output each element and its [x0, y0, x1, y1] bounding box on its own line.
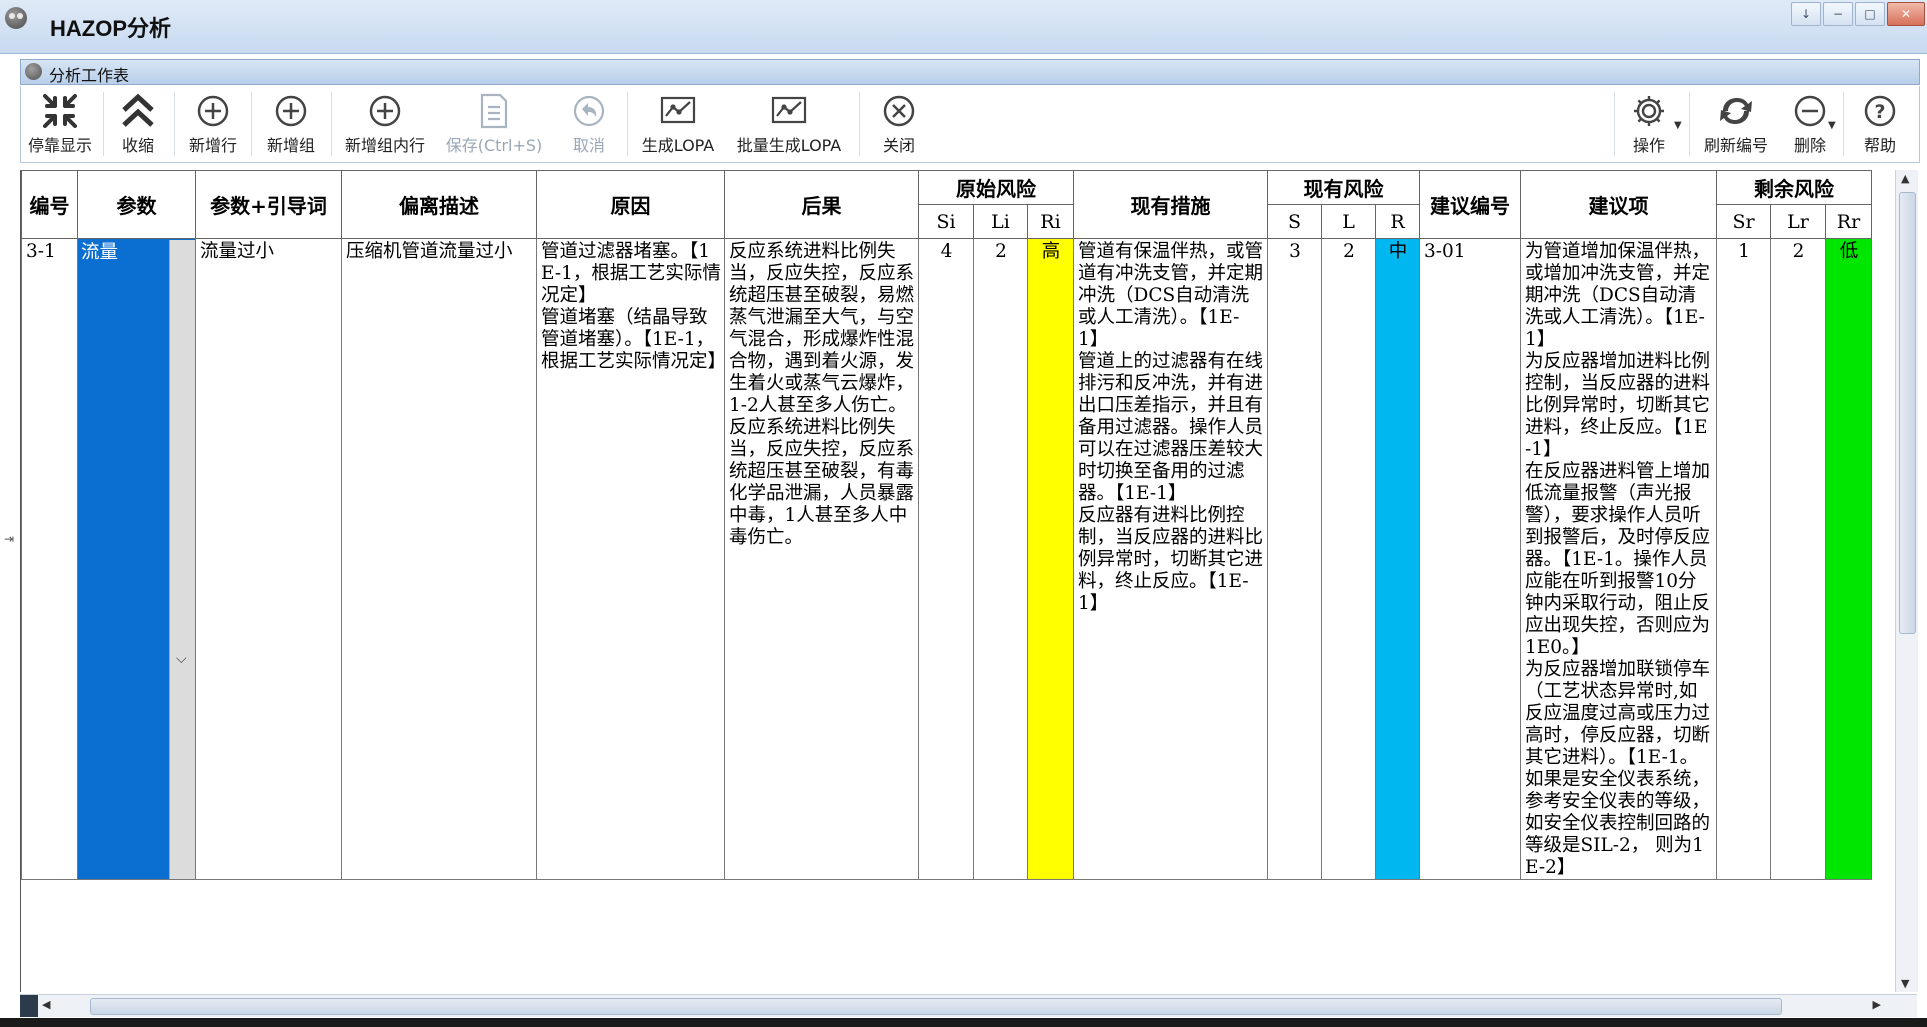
save-button[interactable]: 保存(Ctrl+S)	[441, 86, 547, 162]
cell-si[interactable]: 4	[918, 238, 974, 880]
plus-circle-icon	[261, 86, 321, 136]
cell-s[interactable]: 3	[1267, 238, 1322, 880]
collapse-button[interactable]: 收缩	[107, 86, 169, 162]
cell-r-risk-medium[interactable]: 中	[1375, 238, 1420, 880]
horizontal-scroll-thumb[interactable]	[90, 998, 1782, 1015]
col-header-rr[interactable]: Rr	[1825, 204, 1872, 239]
cell-rec-no[interactable]: 3-01	[1419, 238, 1521, 880]
cancel-button[interactable]: 取消	[561, 86, 617, 162]
hazop-worksheet-grid: 编号 参数 参数+引导词 偏离描述 原因 后果 原始风险 现有措施 现有风险 建…	[20, 170, 1894, 992]
plus-circle-icon	[355, 86, 415, 136]
window-title: HAZOP分析	[50, 16, 172, 41]
col-header-param-guide[interactable]: 参数+引导词	[195, 170, 342, 239]
pin-icon[interactable]: ↓	[1791, 2, 1821, 26]
window-controls: ↓ − □ ✕	[1791, 2, 1925, 26]
plus-circle-icon	[183, 86, 243, 136]
double-chevron-up-icon	[108, 86, 168, 136]
col-header-deviation[interactable]: 偏离描述	[341, 170, 537, 239]
title-bar: HAZOP分析 ↓ − □ ✕	[0, 0, 1927, 54]
close-window-icon[interactable]: ✕	[1887, 2, 1925, 26]
col-header-cause[interactable]: 原因	[536, 170, 725, 239]
panel-icon	[25, 63, 42, 80]
cell-existing-measures[interactable]: 管道有保温伴热，或管道有冲洗支管，并定期冲洗（DCS自动清洗或人工清洗）。【1E…	[1073, 238, 1268, 880]
add-group-button[interactable]: 新增组	[257, 86, 325, 162]
col-header-sr[interactable]: Sr	[1716, 204, 1771, 239]
scroll-down-icon[interactable]: ▼	[1901, 977, 1909, 990]
chevron-down-icon: ⌵	[176, 651, 187, 667]
vertical-scroll-thumb[interactable]	[1899, 192, 1916, 634]
col-header-si[interactable]: Si	[918, 204, 974, 239]
cell-deviation[interactable]: 压缩机管道流量过小	[341, 238, 537, 880]
close-button[interactable]: 关闭	[864, 86, 934, 162]
operate-dropdown[interactable]: 操作	[1619, 86, 1679, 162]
col-header-l[interactable]: L	[1321, 204, 1376, 239]
vertical-scrollbar[interactable]: ▲ ▼	[1895, 170, 1918, 992]
cell-consequence[interactable]: 反应系统进料比例失当，反应失控，反应系统超压甚至破裂，易燃蒸气泄漏至大气，与空气…	[724, 238, 919, 880]
line-chart-icon	[759, 86, 819, 136]
renumber-button[interactable]: 刷新编号	[1693, 86, 1779, 162]
col-header-residual-risk[interactable]: 剩余风险	[1716, 170, 1872, 205]
worksheet-table: 编号 参数 参数+引导词 偏离描述 原因 后果 原始风险 现有措施 现有风险 建…	[21, 170, 1872, 880]
cell-cause[interactable]: 管道过滤器堵塞。【1E-1，根据工艺实际情况定】 管道堵塞（结晶导致管道堵塞）。…	[536, 238, 726, 880]
minimize-icon[interactable]: −	[1823, 2, 1853, 26]
cell-id[interactable]: 3-1	[21, 238, 78, 880]
cell-li[interactable]: 2	[973, 238, 1028, 880]
col-header-consequence[interactable]: 后果	[724, 170, 919, 239]
scroll-left-icon[interactable]: ◀	[42, 998, 50, 1011]
undo-circle-icon	[559, 86, 619, 136]
col-header-existing-measures[interactable]: 现有措施	[1073, 170, 1268, 239]
param-value: 流量	[81, 242, 119, 263]
dock-button[interactable]: 停靠显示	[21, 86, 99, 162]
compress-arrows-icon	[30, 86, 90, 136]
col-header-param[interactable]: 参数	[77, 170, 196, 239]
generate-lopa-button[interactable]: 生成LOPA	[633, 86, 723, 162]
app-icon	[5, 7, 27, 29]
scroll-right-icon[interactable]: ▶	[1873, 998, 1881, 1011]
cell-param-guide[interactable]: 流量过小	[195, 238, 342, 880]
operate-caret-icon[interactable]: ▼	[1674, 120, 1682, 131]
restore-icon[interactable]: □	[1855, 2, 1885, 26]
col-header-rec-no[interactable]: 建议编号	[1419, 170, 1521, 239]
toolbar: 停靠显示 收缩 新增行 新增组 新增组内行 保存(Ctrl+S) 取消 生成LO…	[20, 86, 1920, 163]
bottom-strip	[0, 1018, 1927, 1027]
line-chart-icon	[648, 86, 708, 136]
col-header-lr[interactable]: Lr	[1770, 204, 1826, 239]
gear-icon	[1619, 86, 1679, 136]
cell-sr[interactable]: 1	[1716, 238, 1771, 880]
help-button[interactable]: ? 帮助	[1851, 86, 1909, 162]
delete-caret-icon[interactable]: ▼	[1828, 120, 1836, 131]
svg-text:?: ?	[1874, 101, 1885, 123]
cell-lr[interactable]: 2	[1770, 238, 1826, 880]
scroll-up-icon[interactable]: ▲	[1901, 172, 1909, 185]
cell-recommendation[interactable]: 为管道增加保温伴热，或增加冲洗支管，并定期冲洗（DCS自动清洗或人工清洗）。【1…	[1520, 238, 1717, 880]
help-circle-icon: ?	[1850, 86, 1910, 136]
cell-l[interactable]: 2	[1321, 238, 1376, 880]
col-header-recommendation[interactable]: 建议项	[1520, 170, 1717, 239]
col-header-s[interactable]: S	[1267, 204, 1322, 239]
col-header-r[interactable]: R	[1375, 204, 1420, 239]
panel-header: 分析工作表	[20, 59, 1920, 85]
cell-param-selected[interactable]: 流量 ⌵	[77, 238, 196, 880]
horizontal-scrollbar[interactable]: ◀ ▶	[20, 994, 1917, 1017]
close-circle-icon	[869, 86, 929, 136]
add-row-button[interactable]: 新增行	[179, 86, 247, 162]
param-dropdown[interactable]: ⌵	[169, 240, 195, 879]
document-save-icon	[464, 86, 524, 136]
panel-title: 分析工作表	[49, 66, 130, 85]
batch-generate-lopa-button[interactable]: 批量生成LOPA	[727, 86, 851, 162]
col-header-original-risk[interactable]: 原始风险	[918, 170, 1074, 205]
scrollbar-corner	[20, 995, 38, 1017]
table-row[interactable]: 3-1 流量 ⌵ 流量过小 压缩机管道流量过小 管道过滤器堵塞。【1E-1，根据…	[21, 238, 1872, 880]
cell-ri-risk-high[interactable]: 高	[1027, 238, 1074, 880]
col-header-id[interactable]: 编号	[21, 170, 78, 239]
side-expand-icon[interactable]: ⇥	[4, 532, 14, 546]
cell-rr-risk-low[interactable]: 低	[1825, 238, 1872, 880]
col-header-ri[interactable]: Ri	[1027, 204, 1074, 239]
refresh-arrows-icon	[1706, 86, 1766, 136]
add-in-group-button[interactable]: 新增组内行	[337, 86, 433, 162]
col-header-li[interactable]: Li	[973, 204, 1028, 239]
col-header-current-risk[interactable]: 现有风险	[1267, 170, 1420, 205]
